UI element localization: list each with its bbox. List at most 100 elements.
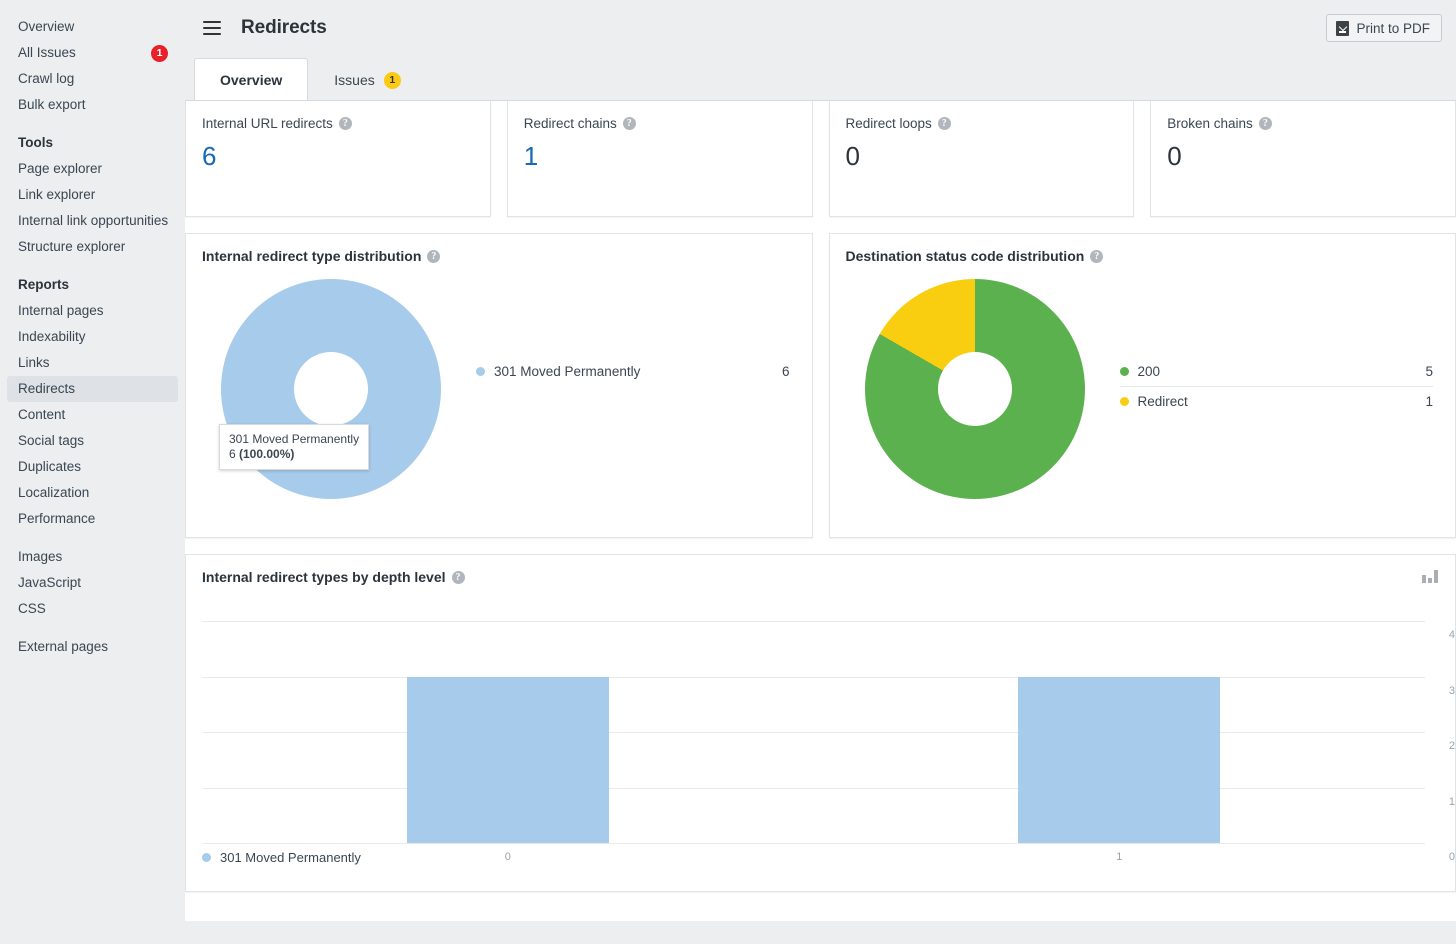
sidebar-item-label: Crawl log xyxy=(18,71,75,86)
hamburger-icon[interactable] xyxy=(203,16,227,40)
sidebar-item-overview[interactable]: Overview xyxy=(7,14,178,40)
help-icon[interactable]: ? xyxy=(622,117,636,130)
sidebar-item-label: All Issues xyxy=(18,45,76,60)
y-axis-tick: 1 xyxy=(1448,795,1455,808)
stat-card-label: Broken chains ? xyxy=(1167,116,1439,131)
stat-card-broken-chains: Broken chains ? 0 xyxy=(1150,101,1456,217)
legend-row[interactable]: 200 5 xyxy=(1119,356,1433,386)
donut-panels-row: Internal redirect type distribution ? 30… xyxy=(185,233,1456,538)
stat-label-text: Redirect chains xyxy=(523,116,617,131)
y-axis-tick: 4 xyxy=(1448,629,1455,641)
legend-label[interactable]: 301 Moved Permanently xyxy=(494,364,782,379)
legend-color-dot xyxy=(202,853,211,862)
panel-internal-redirect-types-by-depth-level: Internal redirect types by depth level ?… xyxy=(185,554,1456,892)
sidebar-item-label: Links xyxy=(18,355,50,370)
legend-value: 5 xyxy=(1425,363,1433,379)
bar[interactable] xyxy=(1018,676,1221,843)
sidebar-item-label: Indexability xyxy=(18,329,86,344)
bar-chart-icon[interactable] xyxy=(1422,569,1439,583)
bar[interactable] xyxy=(406,676,609,843)
help-icon[interactable]: ? xyxy=(427,249,441,263)
help-icon[interactable]: ? xyxy=(1090,249,1104,263)
sidebar-item-bulk-export[interactable]: Bulk export xyxy=(7,92,178,118)
help-icon[interactable]: ? xyxy=(937,117,951,130)
sidebar-item-localization[interactable]: Localization xyxy=(7,480,178,506)
donut-chart-status-code[interactable] xyxy=(830,264,1120,514)
donut-ring[interactable] xyxy=(864,279,1085,499)
sidebar-item-redirects[interactable]: Redirects xyxy=(7,376,178,402)
stat-card-value[interactable]: 1 xyxy=(524,141,796,172)
help-icon[interactable]: ? xyxy=(451,570,465,584)
main-area: Redirects Print to PDF Overview Issues 1… xyxy=(185,0,1456,944)
stat-label-text: Internal URL redirects xyxy=(202,116,333,131)
sidebar-item-structure-explorer[interactable]: Structure explorer xyxy=(7,234,178,260)
legend-label[interactable]: 301 Moved Permanently xyxy=(220,850,361,865)
panel-title-text: Destination status code distribution xyxy=(845,248,1085,264)
sidebar-item-social-tags[interactable]: Social tags xyxy=(7,428,178,454)
legend-color-dot xyxy=(1119,397,1129,406)
stat-card-internal-url-redirects: Internal URL redirects ? 6 xyxy=(185,101,491,217)
sidebar-item-label: Link explorer xyxy=(18,187,96,202)
sidebar-item-link-explorer[interactable]: Link explorer xyxy=(7,182,178,208)
app-root: Overview All Issues 1 Crawl log Bulk exp… xyxy=(0,0,1456,944)
help-icon[interactable]: ? xyxy=(338,117,352,130)
sidebar-item-links[interactable]: Links xyxy=(7,350,178,376)
tab-issues[interactable]: Issues 1 xyxy=(308,58,426,101)
sidebar-item-internal-link-opportunities[interactable]: Internal link opportunities xyxy=(7,208,178,234)
panel-internal-redirect-type-distribution: Internal redirect type distribution ? 30… xyxy=(185,233,813,538)
sidebar-item-indexability[interactable]: Indexability xyxy=(7,324,178,350)
stat-card-redirect-loops: Redirect loops ? 0 xyxy=(828,101,1135,217)
legend-label[interactable]: 200 xyxy=(1138,364,1426,379)
sidebar-group-tools: Tools xyxy=(18,135,53,150)
stat-card-label: Redirect chains ? xyxy=(524,116,796,131)
panel-destination-status-code-distribution: Destination status code distribution ? 2… xyxy=(828,233,1456,538)
x-axis-tick: 0 xyxy=(504,851,511,863)
sidebar-group-reports: Reports xyxy=(18,277,70,292)
sidebar-item-crawl-log[interactable]: Crawl log xyxy=(7,66,178,92)
tooltip-value: 6 (100.00%) xyxy=(229,447,359,462)
sidebar-item-images[interactable]: Images xyxy=(7,544,178,570)
print-to-pdf-button[interactable]: Print to PDF xyxy=(1326,14,1442,42)
sidebar-item-label: Performance xyxy=(18,511,96,526)
sidebar-item-label: Social tags xyxy=(18,433,85,448)
donut-chart-redirect-type[interactable]: 301 Moved Permanently 6 (100.00%) xyxy=(186,264,476,514)
legend-label[interactable]: Redirect xyxy=(1138,394,1426,409)
sidebar-item-duplicates[interactable]: Duplicates xyxy=(7,454,178,480)
issues-badge: 1 xyxy=(383,71,401,89)
help-icon[interactable]: ? xyxy=(1258,117,1272,130)
sidebar-item-all-issues[interactable]: All Issues 1 xyxy=(7,40,178,66)
sidebar-item-label: Internal pages xyxy=(18,303,104,318)
stat-cards-row: Internal URL redirects ? 6 Redirect chai… xyxy=(185,101,1456,217)
legend-color-dot xyxy=(1119,366,1129,376)
sidebar-item-performance[interactable]: Performance xyxy=(7,506,178,532)
legend-row[interactable]: 301 Moved Permanently 6 xyxy=(476,356,790,386)
tooltip-count: 6 xyxy=(229,447,240,461)
print-to-pdf-label: Print to PDF xyxy=(1356,20,1430,36)
sidebar-item-label: External pages xyxy=(18,639,109,654)
tab-label: Issues xyxy=(334,72,375,88)
legend-redirect-type: 301 Moved Permanently 6 xyxy=(476,264,812,386)
sidebar-item-internal-pages[interactable]: Internal pages xyxy=(7,298,178,324)
sidebar-item-label: Localization xyxy=(18,485,90,500)
gridline xyxy=(202,621,1425,622)
sidebar-item-label: JavaScript xyxy=(18,575,82,590)
tab-label: Overview xyxy=(220,72,283,88)
donut-hole xyxy=(937,352,1012,426)
content-area: Internal URL redirects ? 6 Redirect chai… xyxy=(185,100,1456,921)
sidebar-item-css[interactable]: CSS xyxy=(7,596,178,622)
sidebar-item-content[interactable]: Content xyxy=(7,402,178,428)
panel-title: Internal redirect types by depth level ? xyxy=(186,555,1455,585)
stat-card-value[interactable]: 6 xyxy=(202,141,474,172)
legend-value: 1 xyxy=(1425,394,1433,409)
bar-chart-legend: 301 Moved Permanently xyxy=(202,850,361,865)
legend-row[interactable]: Redirect 1 xyxy=(1119,386,1433,416)
tab-overview[interactable]: Overview xyxy=(194,58,309,101)
sidebar-item-page-explorer[interactable]: Page explorer xyxy=(7,156,178,182)
donut-chart-body: 301 Moved Permanently 6 (100.00%) 301 Mo… xyxy=(186,264,812,524)
sidebar-item-javascript[interactable]: JavaScript xyxy=(7,570,178,596)
tooltip-title: 301 Moved Permanently xyxy=(229,432,360,446)
sidebar-item-external-pages[interactable]: External pages xyxy=(7,634,178,660)
